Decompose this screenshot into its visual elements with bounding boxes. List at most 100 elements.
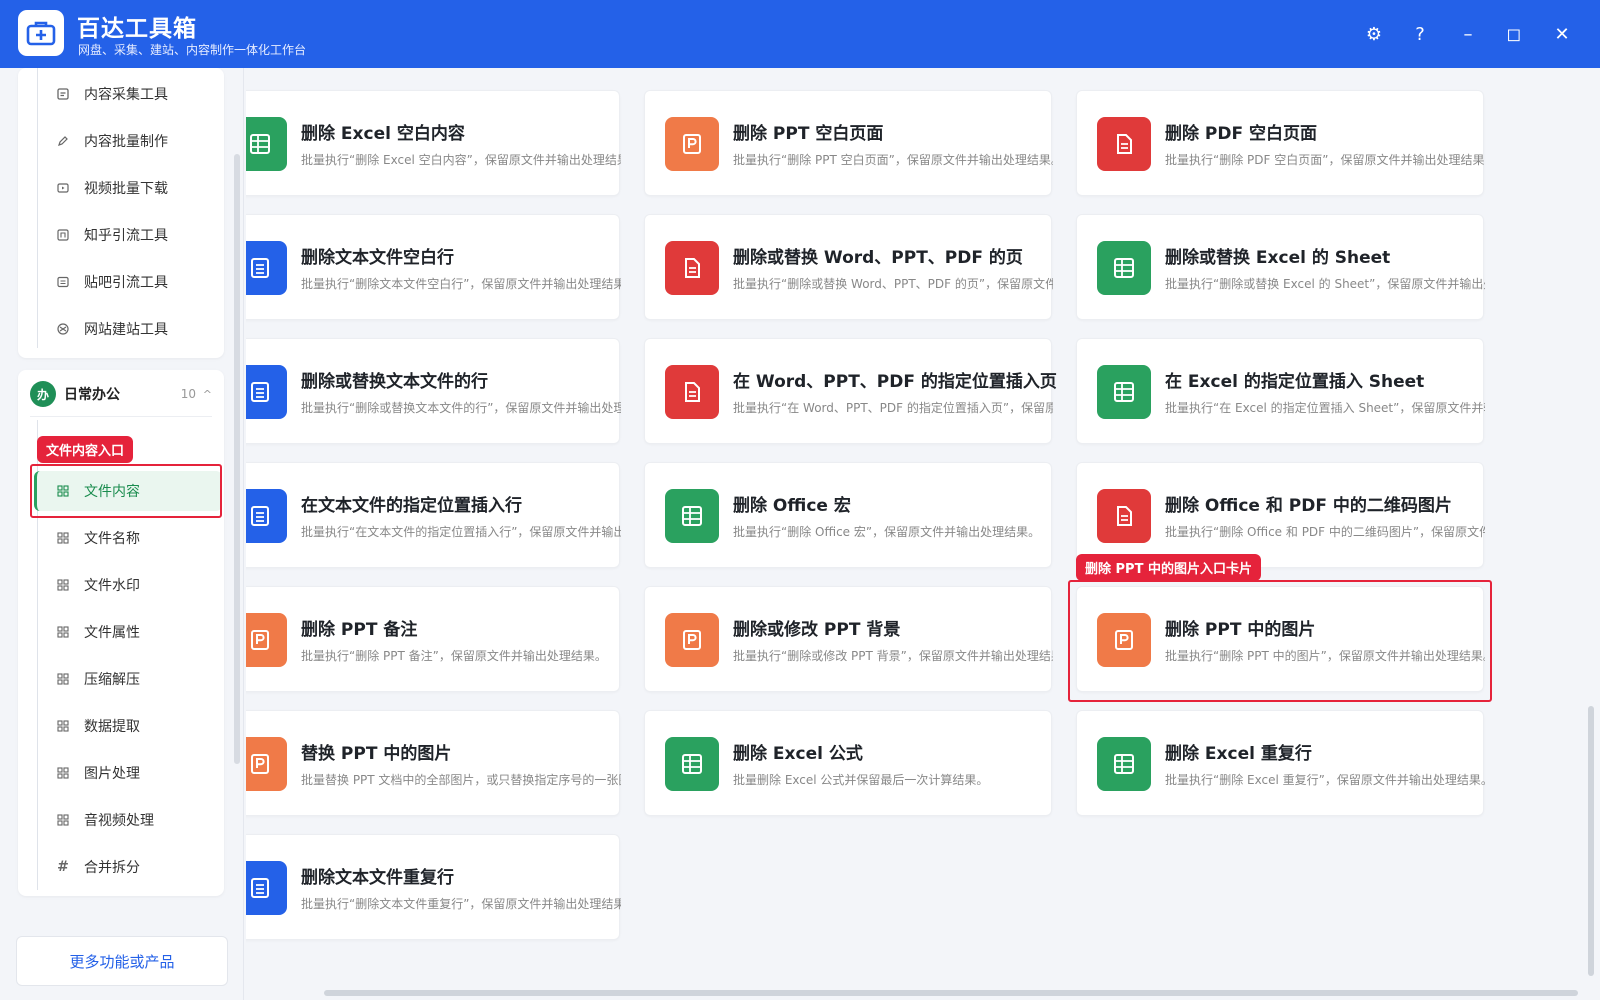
group-title: 日常办公 — [64, 387, 120, 403]
horizontal-scrollbar[interactable] — [324, 990, 1578, 996]
tool-card[interactable]: 删除或替换文本文件的行 批量执行“删除或替换文本文件的行”，保留原文件并输出处理… — [246, 338, 621, 444]
tool-card-desc: 批量执行“删除或修改 PPT 背景”，保留原文件并输出处理结果。 — [733, 649, 1053, 663]
tool-card[interactable]: 删除文本文件空白行 批量执行“删除文本文件空白行”，保留原文件并输出处理结果。 — [246, 214, 621, 320]
pen-icon — [56, 134, 70, 148]
text-file-icon — [246, 241, 287, 295]
tool-card-desc: 批量执行“在 Word、PPT、PDF 的指定位置插入页”，保留原文件并输出处理… — [733, 401, 1053, 415]
sidebar-item-audio-video[interactable]: 音视频处理 — [34, 800, 222, 840]
ppt-icon — [665, 613, 719, 667]
sidebar-item-label: 压缩解压 — [84, 672, 140, 688]
excel-icon — [1097, 241, 1151, 295]
sidebar-item-tieba[interactable]: 贴吧引流工具 — [34, 262, 222, 302]
sidebar-item-file-watermark[interactable]: 文件水印 — [34, 565, 222, 605]
sidebar-item-zhihu[interactable]: 知乎引流工具 — [34, 215, 222, 255]
annotation-highlight-box — [30, 464, 222, 518]
excel-icon — [665, 489, 719, 543]
close-icon[interactable]: ✕ — [1546, 18, 1578, 50]
text-file-icon — [246, 365, 287, 419]
ppt-icon — [246, 613, 287, 667]
text-file-icon — [246, 489, 287, 543]
tool-card[interactable]: 删除 Excel 重复行 批量执行“删除 Excel 重复行”，保留原文件并输出… — [1076, 710, 1485, 816]
tool-card[interactable]: 删除 Office 和 PDF 中的二维码图片 批量执行“删除 Office 和… — [1076, 462, 1485, 568]
tool-card[interactable]: 删除或替换 Excel 的 Sheet 批量执行“删除或替换 Excel 的 S… — [1076, 214, 1485, 320]
tool-card-title: 删除 Excel 公式 — [733, 744, 863, 764]
sidebar-item-content-batch[interactable]: 内容批量制作 — [34, 121, 222, 161]
help-icon[interactable]: ? — [1404, 18, 1436, 50]
excel-icon — [246, 117, 287, 171]
sidebar-item-file-name[interactable]: 文件名称 — [34, 518, 222, 558]
tool-card[interactable]: 删除 Office 宏 批量执行“删除 Office 宏”，保留原文件并输出处理… — [644, 462, 1052, 568]
tool-card-title: 替换 PPT 中的图片 — [301, 744, 452, 764]
sidebar-item-compress[interactable]: 压缩解压 — [34, 659, 222, 699]
tool-card-title: 删除 Office 和 PDF 中的二维码图片 — [1165, 496, 1452, 516]
grid-icon — [56, 719, 70, 733]
sidebar-item-label: 内容采集工具 — [84, 87, 168, 103]
sidebar-item-label: 文件名称 — [84, 531, 140, 547]
sidebar-item-content-collect[interactable]: 内容采集工具 — [34, 74, 222, 114]
ppt-icon — [665, 117, 719, 171]
excel-icon — [1097, 737, 1151, 791]
grid-icon — [56, 578, 70, 592]
sidebar-item-merge-split[interactable]: # 合并拆分 — [34, 847, 222, 887]
tool-card-desc: 批量执行“删除 PDF 空白页面”，保留原文件并输出处理结果。 — [1165, 153, 1485, 167]
sidebar-item-label: 文件水印 — [84, 578, 140, 594]
minimize-icon[interactable]: – — [1452, 18, 1484, 50]
tool-card[interactable]: 在 Excel 的指定位置插入 Sheet 批量执行“在 Excel 的指定位置… — [1076, 338, 1485, 444]
collapse-caret-icon[interactable]: ^ — [203, 388, 212, 401]
tool-card-title: 删除或替换 Excel 的 Sheet — [1165, 248, 1391, 268]
tool-card-desc: 批量执行“删除 Excel 空白内容”，保留原文件并输出处理结果。 — [301, 153, 621, 167]
sidebar-item-label: 音视频处理 — [84, 813, 154, 829]
tool-card-title: 删除 PPT 空白页面 — [733, 124, 884, 144]
group-header-office[interactable]: 办 日常办公 10 ^ — [18, 372, 224, 416]
zhihu-icon — [56, 228, 70, 242]
tool-card-title: 在 Word、PPT、PDF 的指定位置插入页 — [733, 372, 1057, 392]
tool-card[interactable]: 删除 Excel 空白内容 批量执行“删除 Excel 空白内容”，保留原文件并… — [246, 90, 621, 196]
more-features-button[interactable]: 更多功能或产品 — [16, 936, 228, 986]
sidebar-scrollbar[interactable] — [234, 154, 240, 764]
tool-card[interactable]: 删除或修改 PPT 背景 批量执行“删除或修改 PPT 背景”，保留原文件并输出… — [644, 586, 1053, 692]
sidebar-item-file-attributes[interactable]: 文件属性 — [34, 612, 222, 652]
sidebar-item-website[interactable]: 网站建站工具 — [34, 309, 222, 349]
tool-card[interactable]: 在 Word、PPT、PDF 的指定位置插入页 批量执行“在 Word、PPT、… — [644, 338, 1057, 444]
pdf-icon — [665, 241, 719, 295]
tool-card-desc: 批量执行“删除文本文件重复行”，保留原文件并输出处理结果。 — [301, 897, 621, 911]
tool-card[interactable]: 删除 PPT 备注 批量执行“删除 PPT 备注”，保留原文件并输出处理结果。 — [246, 586, 620, 692]
excel-icon — [1097, 365, 1151, 419]
sidebar-item-image-processing[interactable]: 图片处理 — [34, 753, 222, 793]
sidebar-item-video-download[interactable]: 视频批量下载 — [34, 168, 222, 208]
tool-card-title: 删除 PPT 备注 — [301, 620, 418, 640]
tool-card[interactable]: 删除 PPT 空白页面 批量执行“删除 PPT 空白页面”，保留原文件并输出处理… — [644, 90, 1053, 196]
tool-card[interactable]: 删除 PDF 空白页面 批量执行“删除 PDF 空白页面”，保留原文件并输出处理… — [1076, 90, 1485, 196]
tool-card[interactable]: 替换 PPT 中的图片 批量替换 PPT 文档中的全部图片，或只替换指定序号的一… — [246, 710, 621, 816]
tool-card-title: 删除或替换 Word、PPT、PDF 的页 — [733, 248, 1023, 268]
tool-card-desc: 批量执行“删除或替换文本文件的行”，保留原文件并输出处理结果。 — [301, 401, 621, 415]
grid-icon — [56, 813, 70, 827]
excel-icon — [665, 737, 719, 791]
app-logo — [18, 10, 64, 56]
tool-card[interactable]: 删除文本文件重复行 批量执行“删除文本文件重复行”，保留原文件并输出处理结果。 — [246, 834, 621, 940]
settings-icon[interactable]: ⚙ — [1358, 18, 1390, 50]
tool-card[interactable]: 删除 Excel 公式 批量删除 Excel 公式并保留最后一次计算结果。 — [644, 710, 1052, 816]
tool-card-desc: 批量执行“删除 PPT 备注”，保留原文件并输出处理结果。 — [301, 649, 607, 663]
sidebar-item-label: 视频批量下载 — [84, 181, 168, 197]
group-count: 10 — [180, 387, 196, 401]
tool-card-desc: 批量替换 PPT 文档中的全部图片，或只替换指定序号的一张图片。 — [301, 773, 621, 787]
maximize-icon[interactable]: ◻ — [1498, 18, 1530, 50]
sidebar-item-label: 数据提取 — [84, 719, 140, 735]
tool-card-desc: 批量执行“删除 Office 宏”，保留原文件并输出处理结果。 — [733, 525, 1041, 539]
tool-card-title: 删除 Office 宏 — [733, 496, 851, 516]
vertical-scrollbar[interactable] — [1588, 706, 1594, 976]
tool-card-title: 在 Excel 的指定位置插入 Sheet — [1165, 372, 1425, 392]
video-icon — [56, 181, 70, 195]
website-icon — [56, 322, 70, 336]
sidebar-item-data-extract[interactable]: 数据提取 — [34, 706, 222, 746]
tool-card-desc: 批量执行“删除 PPT 空白页面”，保留原文件并输出处理结果。 — [733, 153, 1053, 167]
tool-card-title: 删除 Excel 空白内容 — [301, 124, 465, 144]
app-title: 百达工具箱 — [77, 16, 197, 42]
tool-card-title: 删除 PDF 空白页面 — [1165, 124, 1318, 144]
pdf-icon — [1097, 489, 1151, 543]
tool-card[interactable]: 在文本文件的指定位置插入行 批量执行“在文本文件的指定位置插入行”，保留原文件并… — [246, 462, 621, 568]
tool-card-desc: 批量执行“在文本文件的指定位置插入行”，保留原文件并输出处理结果。 — [301, 525, 621, 539]
tool-card[interactable]: 删除或替换 Word、PPT、PDF 的页 批量执行“删除或替换 Word、PP… — [644, 214, 1053, 320]
tieba-icon — [56, 275, 70, 289]
